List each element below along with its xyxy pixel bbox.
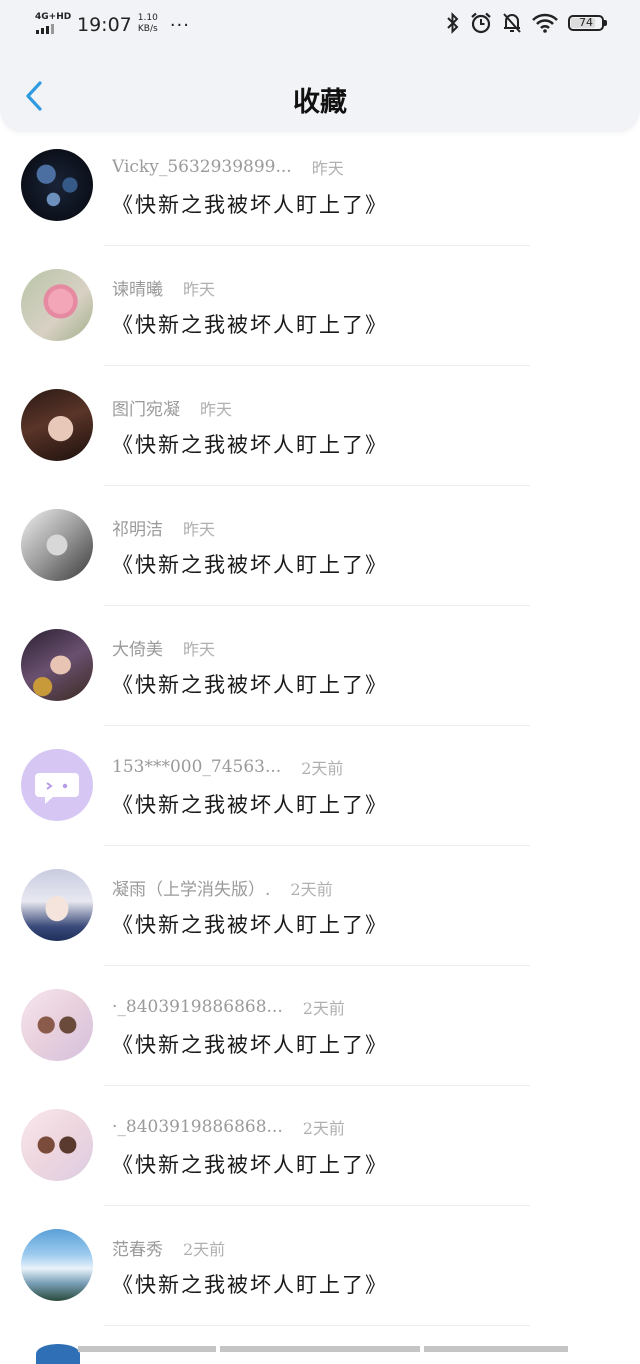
user-name: 祁明洁	[112, 520, 163, 540]
divider	[104, 1205, 530, 1206]
avatar[interactable]	[21, 1109, 93, 1181]
item-message: 《快新之我被坏人盯上了》	[112, 793, 388, 817]
battery-level: 74	[579, 16, 593, 29]
user-name: 153***000_74563...	[112, 757, 282, 777]
item-message: 《快新之我被坏人盯上了》	[112, 313, 388, 337]
more-notifications-icon: ···	[169, 15, 190, 36]
avatar[interactable]	[21, 269, 93, 341]
list-item[interactable]: ·_8403919886868... 2天前 《快新之我被坏人盯上了》	[0, 1092, 640, 1212]
divider	[104, 485, 530, 486]
list-item[interactable]: 谏晴曦 昨天 《快新之我被坏人盯上了》	[0, 252, 640, 372]
divider	[104, 365, 530, 366]
avatar[interactable]	[21, 749, 93, 821]
item-message: 《快新之我被坏人盯上了》	[112, 913, 388, 937]
item-message: 《快新之我被坏人盯上了》	[112, 1033, 388, 1057]
list-item[interactable]: 图门宛凝 昨天 《快新之我被坏人盯上了》	[0, 372, 640, 492]
avatar[interactable]	[36, 1344, 80, 1364]
avatar[interactable]	[21, 509, 93, 581]
divider	[104, 845, 530, 846]
avatar[interactable]	[21, 389, 93, 461]
list-item[interactable]: 范春秀 2天前 《快新之我被坏人盯上了》	[0, 1212, 640, 1332]
placeholder-bar	[220, 1346, 420, 1352]
divider	[104, 605, 530, 606]
list-item[interactable]: 凝雨（上学消失版）. 2天前 《快新之我被坏人盯上了》	[0, 852, 640, 972]
list-item[interactable]: 153***000_74563... 2天前 《快新之我被坏人盯上了》	[0, 732, 640, 852]
item-time: 昨天	[183, 279, 216, 299]
avatar[interactable]	[21, 869, 93, 941]
divider	[104, 1085, 530, 1086]
user-name: 凝雨（上学消失版）.	[112, 880, 271, 900]
signal-icon: 4G+HD	[34, 10, 72, 36]
item-time: 2天前	[301, 759, 344, 778]
item-time: 2天前	[302, 999, 345, 1018]
user-name: Vicky_5632939899...	[112, 157, 292, 177]
placeholder-bar	[78, 1346, 216, 1352]
favorites-list: Vicky_5632939899... 昨天 《快新之我被坏人盯上了》 谏晴曦 …	[0, 132, 640, 1332]
divider	[104, 1325, 530, 1326]
chat-bubble-icon	[35, 773, 79, 804]
status-bar: 4G+HD 19:07 1.10 KB/s ··· 74	[0, 0, 640, 52]
item-time: 昨天	[200, 399, 233, 419]
item-time: 昨天	[311, 159, 344, 178]
list-item[interactable]: 大倚美 昨天 《快新之我被坏人盯上了》	[0, 612, 640, 732]
user-name: 图门宛凝	[112, 400, 180, 420]
divider	[104, 725, 530, 726]
item-message: 《快新之我被坏人盯上了》	[112, 553, 388, 577]
item-message: 《快新之我被坏人盯上了》	[112, 1153, 388, 1177]
user-name: ·_8403919886868...	[112, 1117, 283, 1137]
item-time: 昨天	[183, 519, 216, 539]
avatar[interactable]	[21, 149, 93, 221]
avatar[interactable]	[21, 989, 93, 1061]
network-type: 4G+HD	[35, 12, 72, 22]
bluetooth-icon	[447, 12, 459, 34]
item-time: 昨天	[183, 639, 216, 659]
divider	[104, 965, 530, 966]
item-message: 《快新之我被坏人盯上了》	[112, 193, 388, 217]
status-time: 19:07	[77, 14, 132, 36]
list-item[interactable]: Vicky_5632939899... 昨天 《快新之我被坏人盯上了》	[0, 132, 640, 252]
list-item[interactable]: ·_8403919886868... 2天前 《快新之我被坏人盯上了》	[0, 972, 640, 1092]
avatar[interactable]	[21, 1229, 93, 1301]
page-header: 收藏	[0, 52, 640, 132]
user-name: 范春秀	[112, 1240, 163, 1260]
divider	[104, 245, 530, 246]
list-item[interactable]: 祁明洁 昨天 《快新之我被坏人盯上了》	[0, 492, 640, 612]
user-name: 谏晴曦	[112, 280, 163, 300]
alarm-clock-icon	[471, 12, 491, 34]
item-time: 2天前	[183, 1239, 226, 1259]
speed-unit: KB/s	[137, 24, 158, 34]
page-title: 收藏	[293, 87, 347, 118]
placeholder-bar	[424, 1346, 568, 1352]
wifi-icon	[532, 13, 558, 33]
item-message: 《快新之我被坏人盯上了》	[112, 1273, 388, 1297]
item-message: 《快新之我被坏人盯上了》	[112, 433, 388, 457]
user-name: ·_8403919886868...	[112, 997, 283, 1017]
network-speed: 1.10 KB/s	[138, 13, 158, 35]
avatar[interactable]	[21, 629, 93, 701]
item-time: 2天前	[290, 879, 333, 899]
battery-icon: 74	[568, 15, 607, 31]
mute-bell-icon	[503, 13, 521, 33]
user-name: 大倚美	[112, 640, 163, 660]
item-message: 《快新之我被坏人盯上了》	[112, 673, 388, 697]
item-time: 2天前	[302, 1119, 345, 1138]
speed-value: 1.10	[137, 13, 158, 23]
